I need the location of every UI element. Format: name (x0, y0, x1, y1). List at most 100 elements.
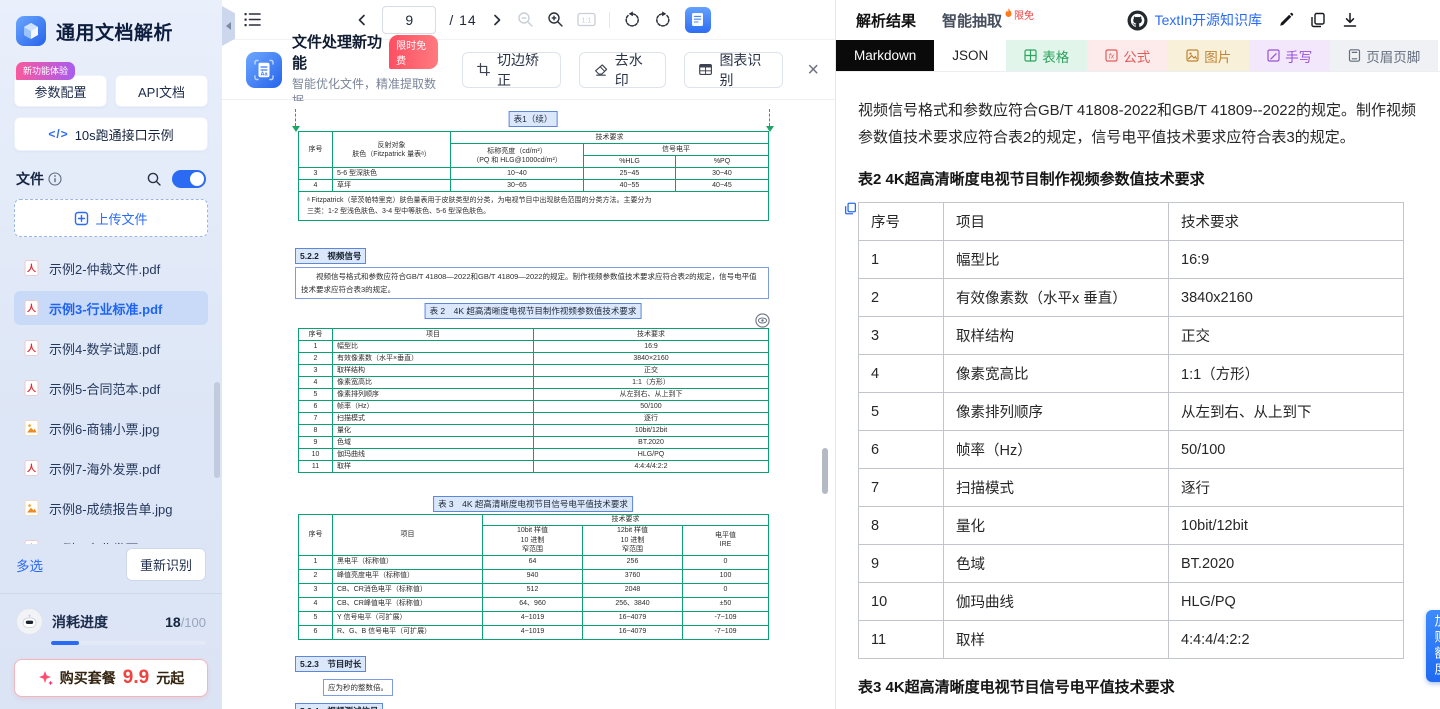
next-page-icon[interactable] (490, 13, 504, 27)
page-number-input[interactable] (382, 6, 436, 34)
prev-page-icon[interactable] (355, 13, 369, 27)
edge-crop-label: 切边矫正 (497, 50, 546, 90)
code-icon: </> (48, 127, 68, 141)
table-cell: 4:4:4/4:2:2 (1169, 621, 1404, 659)
file-item[interactable]: 人示例3-行业标准.pdf (14, 291, 208, 325)
tab-images[interactable]: 图片 (1168, 40, 1249, 71)
table-cell: 扫描模式 (944, 469, 1169, 507)
table-cell: 项目 (333, 329, 534, 341)
file-name: 示例4-数学试题.pdf (49, 339, 160, 358)
multi-select-link[interactable]: 多选 (16, 555, 43, 575)
zoom-out-icon[interactable] (517, 11, 534, 28)
table-row: 2峰值亮度电平（标称值）9403760100 (299, 569, 769, 583)
table-cell: 黑电平（标称值） (333, 555, 483, 569)
table-row: 5像素排列顺序从左到右、从上到下 (299, 389, 769, 401)
file-item[interactable]: 人 示例7-海外发票.pdf (14, 451, 208, 485)
image-file-icon (24, 420, 40, 436)
tab-tables[interactable]: 表格 (1006, 40, 1087, 71)
file-name: 示例6-商铺小票.jpg (49, 419, 160, 438)
table-cell: 30~40 (676, 168, 769, 180)
svg-text:人: 人 (26, 263, 37, 274)
file-item[interactable]: 示例6-商铺小票.jpg (14, 411, 208, 445)
table-cell: 940 (483, 569, 583, 583)
doc-view-mode-button[interactable] (685, 7, 711, 33)
document-icon (691, 12, 704, 27)
table-icon (699, 63, 712, 76)
rotate-left-icon[interactable] (623, 11, 641, 29)
files-label: 文件 (16, 169, 44, 189)
rotate-right-icon[interactable] (654, 11, 672, 29)
file-item[interactable]: 示例8-成绩报告单.jpg (14, 491, 208, 525)
table-cell: 64 (483, 555, 583, 569)
table-cell: 像素宽高比 (944, 355, 1169, 393)
file-name: 示例7-海外发票.pdf (49, 459, 160, 478)
svg-text:人: 人 (26, 463, 37, 474)
table-cell: 100 (683, 569, 769, 583)
table-row: 9色域BT.2020 (299, 437, 769, 449)
table-cell: 4 (299, 597, 333, 611)
pdf-file-icon: 人 (24, 300, 40, 316)
download-icon[interactable] (1342, 12, 1358, 28)
table-cell: 帧率（Hz） (944, 431, 1169, 469)
table-row: 2有效像素数（水平x 垂直）3840x2160 (859, 279, 1404, 317)
file-item[interactable]: 人 示例2-仲裁文件.pdf (14, 251, 208, 285)
table-row: 8量化10bit/12bit (859, 507, 1404, 545)
file-item[interactable]: 人示例4-数学试题.pdf (14, 331, 208, 365)
table-copy-icon[interactable] (844, 202, 857, 220)
buy-price: 9.9 (123, 667, 149, 689)
buy-plan-button[interactable]: 购买套餐 9.9 元起 (14, 659, 208, 697)
tab-parse-result[interactable]: 解析结果 (856, 10, 916, 31)
table-cell: 取样 (333, 461, 534, 473)
table-cell: 7 (299, 413, 333, 425)
quickstart-button[interactable]: </> 10s跑通接口示例 (14, 117, 208, 151)
new-feature-badge: 新功能体验 (16, 62, 75, 80)
tab-header-footer[interactable]: 页眉页脚 (1330, 40, 1438, 71)
file-item[interactable]: 人示例5-合同范本.pdf (14, 371, 208, 405)
table-cell: 16:9 (1169, 241, 1404, 279)
tab-handwriting[interactable]: 手写 (1249, 40, 1330, 71)
search-icon[interactable] (146, 171, 162, 187)
table-cell: 1 (299, 341, 333, 353)
textin-kb-link[interactable]: TextIn开源知识库 (1127, 10, 1262, 31)
table-row: 5像素排列顺序从左到右、从上到下 (859, 393, 1404, 431)
edge-crop-button[interactable]: 切边矫正 (462, 52, 561, 88)
api-doc-button[interactable]: API文档 (115, 75, 208, 107)
table-cell: 项目 (333, 515, 483, 556)
table-row: 11取样4:4:4/4:2:2 (859, 621, 1404, 659)
table-row: 5Y 信号电平（可扩展）4~101916~4079-7~109 (299, 611, 769, 625)
remove-watermark-button[interactable]: 去水印 (579, 52, 666, 88)
actual-size-icon[interactable]: 1:1 (577, 12, 596, 27)
tab-formulas[interactable]: fx公式 (1087, 40, 1168, 71)
tab-smart-extract[interactable]: 智能抽取 限免 (942, 10, 1034, 31)
table-cell: CB、CR消色电平（标称值） (333, 583, 483, 597)
tab-json[interactable]: JSON (934, 40, 1006, 71)
table-cell: 256、3840 (583, 597, 683, 611)
close-banner-icon[interactable]: × (807, 60, 819, 80)
document-scrollbar-thumb[interactable] (822, 448, 828, 494)
table-cell: BT.2020 (534, 437, 769, 449)
quota-label: 消耗进度 (52, 612, 156, 632)
table-row: 3取样结构正交 (859, 317, 1404, 355)
pdf-file-icon: 人 (24, 260, 40, 276)
file-process-icon: Aa (246, 52, 282, 88)
table-cell: Y 信号电平（可扩展） (333, 611, 483, 625)
tab-label: 公式 (1123, 46, 1150, 66)
result-table2: 序号项目技术要求1幅型比16:92有效像素数（水平x 垂直）3840x21603… (858, 202, 1404, 659)
copy-icon[interactable] (1310, 12, 1326, 28)
file-filter-toggle[interactable] (172, 170, 206, 188)
table-cell: 12bit 样值 10 进制 窄范围 (583, 526, 683, 556)
chart-recognition-button[interactable]: 图表识别 (684, 52, 783, 88)
sidebar-scrollbar-thumb[interactable] (214, 382, 220, 478)
tab-markdown[interactable]: Markdown (836, 40, 934, 71)
table-cell: 1 (299, 555, 333, 569)
upload-file-button[interactable]: 上传文件 (14, 199, 208, 237)
file-name: 示例2-仲裁文件.pdf (49, 259, 160, 278)
table-cell: 64、960 (483, 597, 583, 611)
table-cell: 4 (299, 180, 333, 192)
edit-icon[interactable] (1278, 12, 1294, 28)
file-item[interactable]: 人示例9-商业发票.pdf (14, 531, 208, 544)
rerecognize-button[interactable]: 重新识别 (126, 548, 206, 581)
thumbnail-list-icon[interactable] (244, 12, 261, 27)
bonus-quota-button[interactable]: 加赠额度 (1426, 610, 1440, 682)
zoom-in-icon[interactable] (547, 11, 564, 28)
